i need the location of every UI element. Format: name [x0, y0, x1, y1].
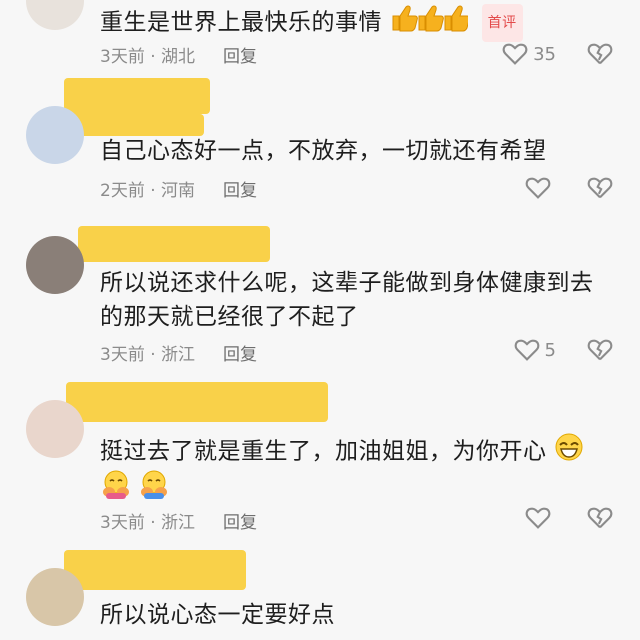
comment-text: 挺过去了就是重生了，加油姐姐，为你开心 — [100, 432, 612, 472]
time-location: 3天前 · 浙江 — [100, 513, 196, 533]
reply-button[interactable]: 回复 — [223, 340, 257, 365]
like-button[interactable]: 35 — [501, 40, 556, 68]
reply-button[interactable]: 回复 — [223, 42, 257, 67]
reply-button[interactable]: 回复 — [223, 176, 257, 201]
heart-outline-icon — [525, 507, 551, 529]
heart-outline-icon — [514, 339, 539, 361]
broken-heart-icon[interactable] — [586, 504, 614, 532]
avatar[interactable] — [26, 400, 84, 458]
comment-text: 所以说心态一定要好点 — [100, 602, 335, 628]
like-button[interactable] — [524, 174, 556, 202]
comment-text: 重生是世界上最快乐的事情 首评 — [100, 4, 612, 42]
like-count: 5 — [544, 339, 556, 361]
comment-actions: 35 — [501, 40, 614, 68]
hug-emoji — [141, 470, 167, 499]
avatar[interactable] — [26, 106, 84, 164]
comment-meta: 2天前 · 河南 回复 — [100, 176, 257, 201]
comment-actions — [524, 174, 614, 202]
comment-text: 所以说还求什么呢，这辈子能做到身体健康到去的那天就已经很了不起了 — [100, 270, 594, 330]
like-button[interactable] — [524, 504, 556, 532]
time-location: 2天前 · 河南 — [100, 181, 196, 201]
hug-emoji — [103, 470, 129, 499]
broken-heart-icon[interactable] — [586, 336, 614, 364]
comment-actions — [524, 504, 614, 532]
hug-emojis — [100, 468, 170, 500]
comment-actions: 5 — [513, 336, 614, 364]
like-count: 35 — [533, 43, 556, 65]
first-comment-badge: 首评 — [481, 4, 523, 42]
grin-emoji — [554, 432, 584, 472]
time-location: 3天前 · 浙江 — [100, 345, 196, 365]
heart-outline-icon — [525, 177, 551, 199]
like-button[interactable]: 5 — [513, 336, 556, 364]
avatar[interactable] — [26, 0, 84, 30]
time-location: 3天前 · 湖北 — [100, 47, 196, 67]
comment-meta: 3天前 · 浙江 回复 — [100, 508, 257, 533]
broken-heart-icon[interactable] — [586, 40, 614, 68]
broken-heart-icon[interactable] — [586, 174, 614, 202]
comment-meta: 3天前 · 湖北 回复 — [100, 42, 257, 67]
redacted-username — [64, 550, 246, 590]
reply-button[interactable]: 回复 — [223, 508, 257, 533]
redacted-username — [66, 382, 328, 422]
redacted-username — [78, 226, 270, 262]
redacted-username — [64, 78, 210, 114]
redacted-username — [64, 114, 204, 136]
thumbs-up-emoji — [390, 4, 470, 42]
comment-meta: 3天前 · 浙江 回复 — [100, 340, 257, 365]
heart-outline-icon — [502, 43, 528, 65]
comment-text: 自己心态好一点，不放弃，一切就还有希望 — [100, 138, 547, 164]
avatar[interactable] — [26, 568, 84, 626]
avatar[interactable] — [26, 236, 84, 294]
